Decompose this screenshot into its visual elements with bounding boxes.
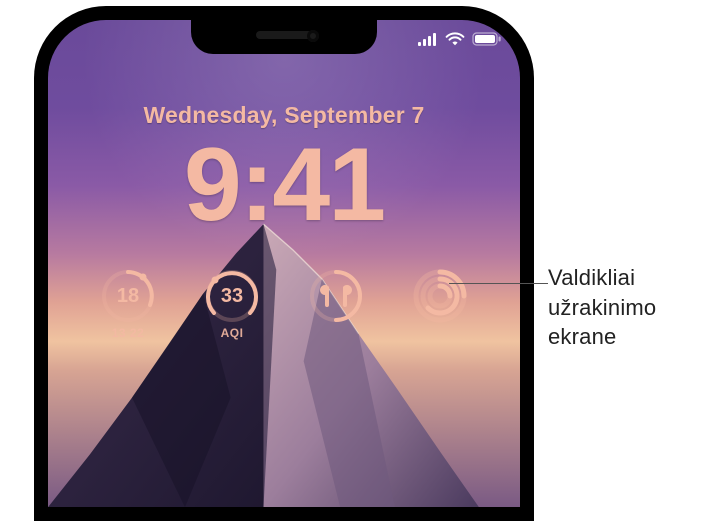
lock-screen-header: Wednesday, September 7 9:41	[48, 102, 520, 237]
callout-line-3: ekrane	[548, 322, 656, 352]
activity-rings-icon	[412, 268, 468, 324]
lock-screen-widgets-row: 18 13 22 33 AQI	[91, 268, 477, 340]
callout-leader-line	[449, 283, 548, 284]
weather-widget[interactable]: 18 13 22	[91, 268, 165, 340]
speaker-grille	[256, 31, 312, 39]
airpods-battery-widget[interactable]	[299, 268, 373, 340]
aqi-widget[interactable]: 33 AQI	[195, 268, 269, 340]
weather-current-temp: 18	[100, 268, 156, 324]
aqi-value: 33	[204, 268, 260, 324]
lock-screen-time: 9:41	[48, 133, 520, 237]
lock-screen-date: Wednesday, September 7	[48, 102, 520, 129]
battery-icon	[472, 32, 502, 46]
weather-ring: 18	[100, 268, 156, 324]
phone-frame: Wednesday, September 7 9:41 18 13 22	[34, 6, 534, 521]
cellular-signal-icon	[418, 33, 438, 46]
aqi-label: AQI	[221, 326, 244, 340]
wifi-icon	[445, 32, 465, 46]
aqi-ring: 33	[204, 268, 260, 324]
callout-line-1: Valdikliai	[548, 263, 656, 293]
front-camera	[307, 30, 319, 42]
activity-rings-widget[interactable]	[403, 268, 477, 340]
notch	[191, 20, 377, 54]
status-bar	[418, 32, 502, 46]
callout-line-2: užrakinimo	[548, 293, 656, 323]
weather-low-high: 13 22	[112, 326, 145, 340]
airpods-ring	[308, 268, 364, 324]
callout-label: Valdikliai užrakinimo ekrane	[548, 263, 656, 352]
airpods-icon	[320, 285, 352, 307]
lock-screen[interactable]: Wednesday, September 7 9:41 18 13 22	[48, 20, 520, 507]
wallpaper-mountain	[48, 215, 479, 507]
